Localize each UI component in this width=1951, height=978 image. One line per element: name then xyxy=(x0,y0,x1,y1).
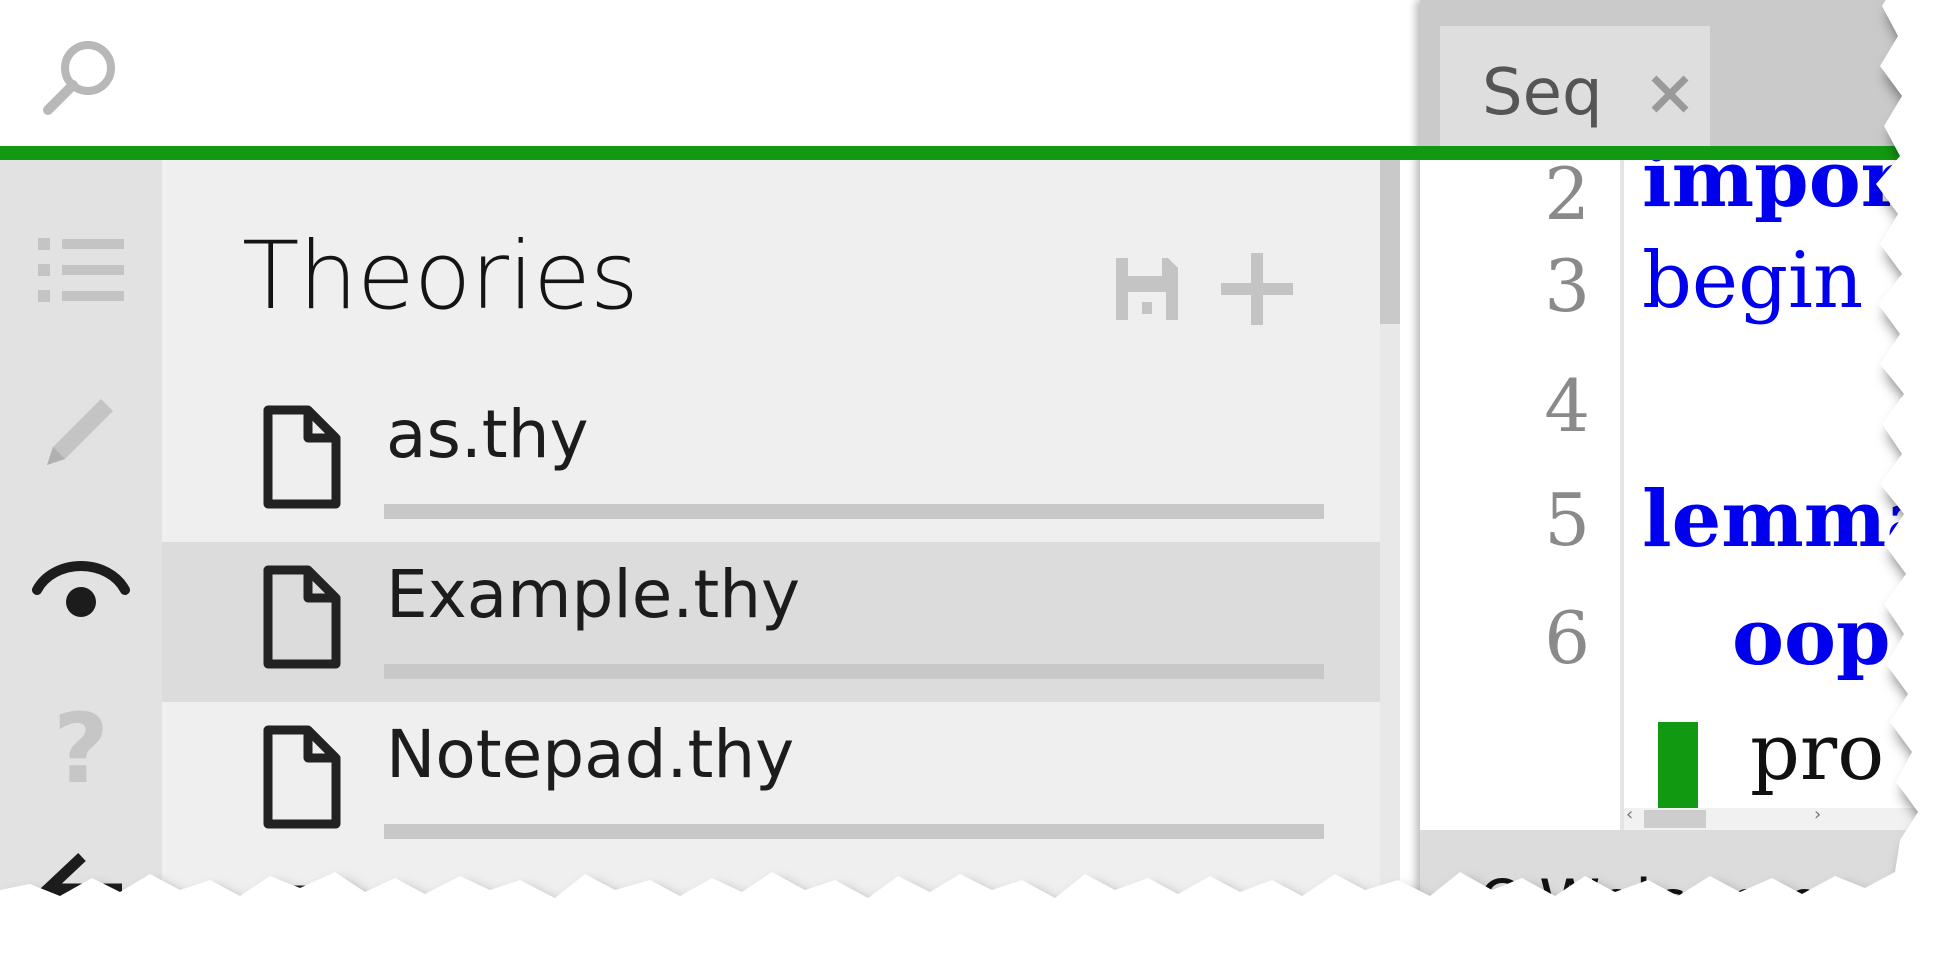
scrollbar-thumb[interactable] xyxy=(1644,810,1706,828)
close-icon[interactable] xyxy=(1648,72,1692,116)
tab-seq[interactable]: Seq xyxy=(1440,26,1710,148)
panel-scrollbar[interactable] xyxy=(1380,160,1400,978)
file-name: Notepad.thy xyxy=(386,716,795,793)
line-number: 5 xyxy=(1544,478,1590,562)
rail-help-button[interactable]: ? xyxy=(26,694,136,804)
file-icon xyxy=(263,405,341,509)
file-progress-bar xyxy=(384,824,1324,839)
eye-icon xyxy=(32,560,130,617)
file-item-notepad[interactable]: Notepad.thy xyxy=(162,702,1400,862)
search-icon[interactable] xyxy=(40,36,124,120)
add-theory-button[interactable] xyxy=(1220,252,1294,326)
scroll-right-icon[interactable]: › xyxy=(1814,804,1821,825)
file-list: as.thy Example.thy Notepad.thy xyxy=(162,382,1400,978)
status-text: Q Welcome xyxy=(1478,866,1823,939)
panel-title: Theories xyxy=(242,222,639,331)
panel-actions xyxy=(1110,252,1294,326)
rail-back-button[interactable] xyxy=(26,834,136,944)
rail-outline-button[interactable] xyxy=(26,216,136,326)
side-rail: ? xyxy=(0,160,162,978)
file-name: as.thy xyxy=(386,396,589,473)
line-number: 6 xyxy=(1544,596,1590,680)
theories-panel: Theories as.thy Example.thy Notepad.thy xyxy=(162,160,1400,978)
rail-view-button[interactable] xyxy=(26,534,136,644)
search-bar[interactable] xyxy=(0,0,1420,148)
save-button[interactable] xyxy=(1110,252,1184,326)
file-icon xyxy=(263,725,341,829)
plus-icon xyxy=(1221,253,1293,325)
file-icon xyxy=(263,885,341,978)
scrollbar-thumb[interactable] xyxy=(1380,160,1400,324)
code-keyword-oops[interactable]: oop xyxy=(1732,592,1891,683)
scroll-left-icon[interactable]: ‹ xyxy=(1626,804,1633,825)
file-progress-bar xyxy=(384,664,1324,679)
save-icon xyxy=(1116,258,1178,320)
file-item-as[interactable]: as.thy xyxy=(162,382,1400,542)
file-icon xyxy=(263,565,341,669)
rail-edit-button[interactable] xyxy=(26,376,136,486)
line-number: 4 xyxy=(1544,364,1590,448)
proof-status-bar xyxy=(1658,722,1698,822)
file-progress-bar xyxy=(384,504,1324,519)
tab-label: Seq xyxy=(1482,56,1603,130)
file-item-partial[interactable] xyxy=(162,862,1400,978)
line-number: 2 xyxy=(1544,152,1590,236)
file-item-example[interactable]: Example.thy xyxy=(162,542,1388,702)
back-arrow-icon xyxy=(39,852,122,926)
editor-hscrollbar[interactable]: ‹ › xyxy=(1624,804,1951,830)
file-name: Example.thy xyxy=(386,556,801,633)
code-text-proof[interactable]: pro xyxy=(1750,708,1884,798)
line-number: 3 xyxy=(1544,244,1590,328)
help-icon: ? xyxy=(53,693,109,805)
list-icon xyxy=(38,238,124,302)
code-keyword-lemma[interactable]: lemma xyxy=(1642,474,1937,565)
app-window: ? Theories as.thy Example.thy Notepad.th… xyxy=(0,0,1951,978)
code-keyword-begin[interactable]: begin xyxy=(1642,236,1863,326)
status-bar: Q Welcome xyxy=(1420,830,1951,978)
line-gutter: 2 3 4 5 6 xyxy=(1420,152,1624,830)
tab-strip: Seq xyxy=(1420,0,1951,148)
pencil-icon xyxy=(47,399,113,465)
accent-divider xyxy=(0,146,1905,160)
